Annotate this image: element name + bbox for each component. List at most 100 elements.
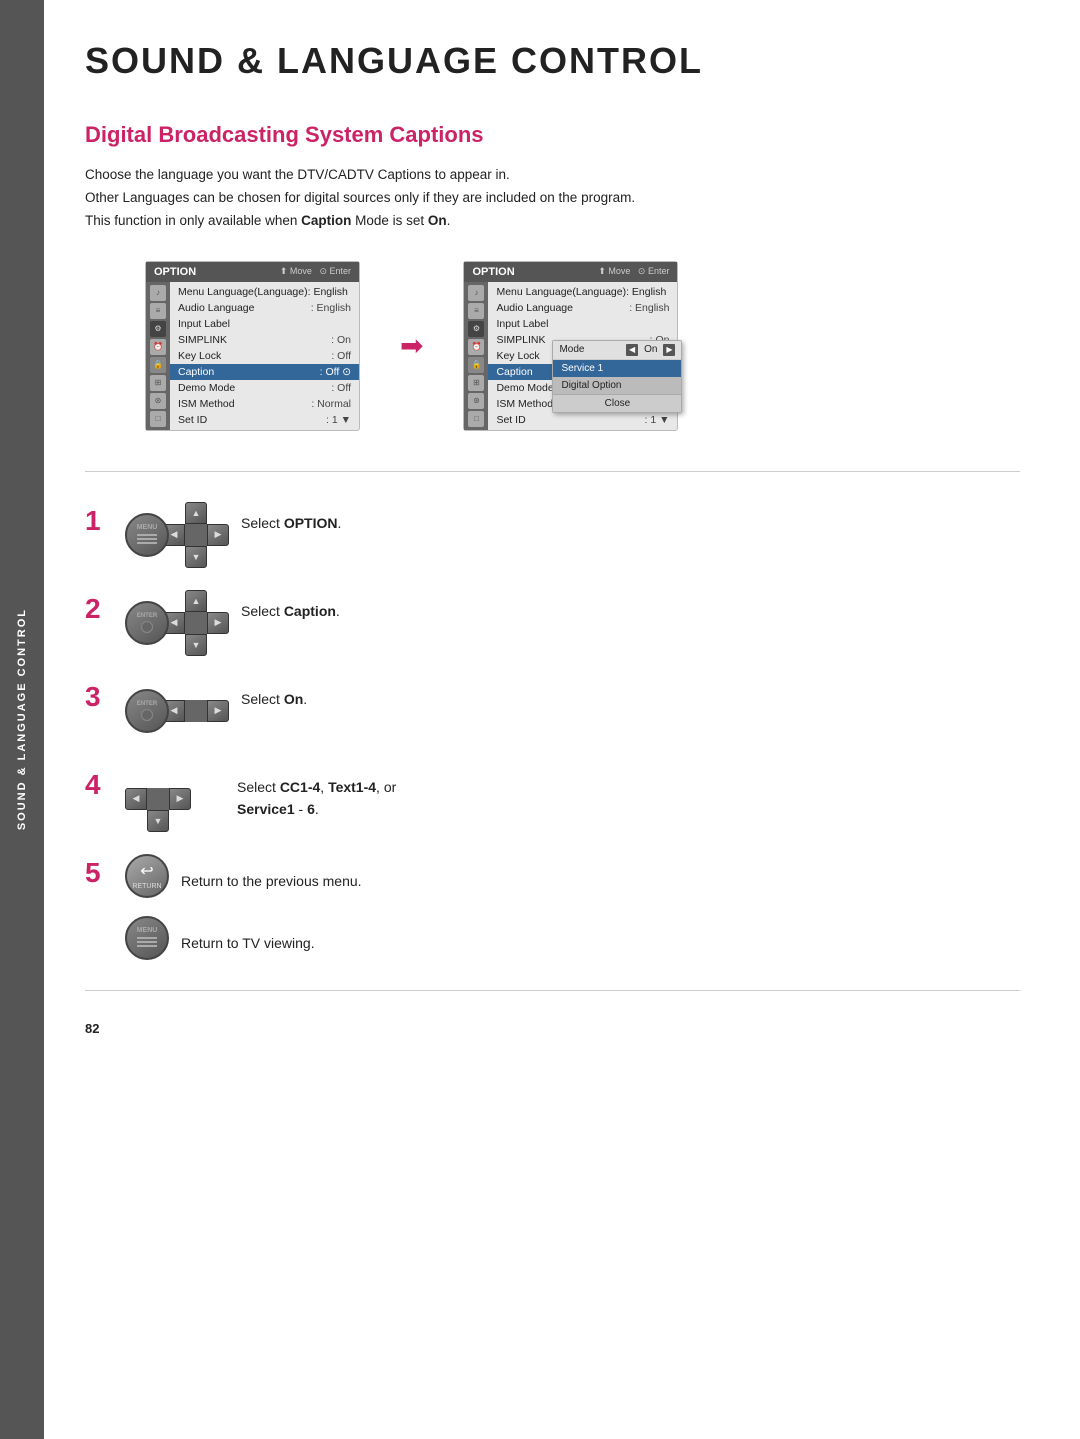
icon-channel: ≡ <box>150 303 166 319</box>
step-4-row: 4 ▲ ◀ ▶ ▼ Select CC1-4, Text1-4, orServi… <box>85 766 1020 832</box>
dropdown-on-value: On <box>640 344 661 355</box>
nav-row-4: ◀ ▶ <box>125 788 191 810</box>
section-heading: Digital Broadcasting System Captions <box>85 122 1020 148</box>
nav-right-4[interactable]: ▶ <box>169 788 191 810</box>
side-tab-label: SOUND & LANGUAGE CONTROL <box>16 608 28 830</box>
table-row: Audio Language: English <box>488 300 677 316</box>
tv-menu-left: OPTION ⬆ Move ⊙ Enter ♪ ≡ ⚙ ⏰ 🔒 ⊞ ⊛ □ Me… <box>145 261 360 431</box>
menu-icon-line3 <box>137 542 157 544</box>
enter-label-2: ENTER <box>137 613 157 619</box>
dropdown-nav: ◀ On ▶ <box>626 344 675 356</box>
step-5-number: 5 <box>85 859 113 887</box>
menu5-icon-line1 <box>137 937 157 939</box>
nav-right-3[interactable]: ▶ <box>207 700 229 722</box>
desc-line-3: This function in only available when Cap… <box>85 210 1020 233</box>
tv-menu-left-title: OPTION <box>154 266 196 278</box>
desc-line-2: Other Languages can be chosen for digita… <box>85 187 1020 210</box>
menu-button-label: MENU <box>137 524 158 531</box>
nav-center-3 <box>185 700 207 722</box>
table-row-caption: Caption: Off ⊙ <box>170 364 359 380</box>
desc-line-1: Choose the language you want the DTV/CAD… <box>85 164 1020 187</box>
table-row: Menu Language(Language): English <box>488 284 677 300</box>
table-row: Set ID: 1 ▼ <box>488 412 677 428</box>
divider <box>85 471 1020 472</box>
table-row: Audio Language: English <box>170 300 359 316</box>
tv-menu-left-rows: Menu Language(Language): English Audio L… <box>170 282 359 430</box>
nav-row-1: ◀ ▶ <box>163 524 229 546</box>
nav-up-2[interactable]: ▲ <box>185 590 207 612</box>
step-1-text: Select OPTION. <box>241 512 341 534</box>
nav-down-2[interactable]: ▼ <box>185 634 207 656</box>
nav-up-1[interactable]: ▲ <box>185 502 207 524</box>
icon-r-option: ⚙ <box>468 321 484 337</box>
nav-down-1[interactable]: ▼ <box>185 546 207 568</box>
nav-center-4 <box>147 788 169 810</box>
icon-r-lock: 🔒 <box>468 357 484 373</box>
tv-menu-right-header: OPTION ⬆ Move ⊙ Enter <box>464 262 677 282</box>
nav-row-2: ◀ ▶ <box>163 612 229 634</box>
step-3-row: 3 ENTER ▲ ◀ ▶ ▼ Select On. <box>85 678 1020 744</box>
step-4-icons: ▲ ◀ ▶ ▼ <box>125 766 225 832</box>
tv-menu-left-header: OPTION ⬆ Move ⊙ Enter <box>146 262 359 282</box>
step-3-number: 3 <box>85 683 113 711</box>
step-5-row: 5 ↩ RETURN Return to the previous menu. … <box>85 854 1020 960</box>
step-1-icons: MENU ▲ ◀ ▶ ▼ <box>125 502 229 568</box>
step-1-row: 1 MENU ▲ ◀ ▶ ▼ <box>85 502 1020 568</box>
return-label: RETURN <box>132 883 161 890</box>
dropdown-digital-option[interactable]: Digital Option <box>553 377 681 394</box>
nav-cluster-3: ▲ ◀ ▶ ▼ <box>163 678 229 744</box>
step-5-sub-rows: ↩ RETURN Return to the previous menu. ME… <box>125 854 362 960</box>
step-3-text: Select On. <box>241 688 307 710</box>
step-5b: MENU Return to TV viewing. <box>125 916 362 960</box>
return-icon: ↩ <box>140 861 153 881</box>
icon-setup: ⊞ <box>150 375 166 391</box>
description: Choose the language you want the DTV/CAD… <box>85 164 1020 233</box>
table-row: Input Label <box>488 316 677 332</box>
nav-right-1[interactable]: ▶ <box>207 524 229 546</box>
tv-menu-right-nav: ⬆ Move ⊙ Enter <box>598 266 669 277</box>
dropdown-mode-row: Mode ◀ On ▶ <box>553 341 681 360</box>
tv-menu-right: OPTION ⬆ Move ⊙ Enter ♪ ≡ ⚙ ⏰ 🔒 ⊞ ⊛ □ Me… <box>463 261 678 431</box>
icon-r-setup: ⊞ <box>468 375 484 391</box>
left-arrow-icon: ◀ <box>626 344 638 356</box>
enter-label-3: ENTER <box>137 701 157 707</box>
page-number: 82 <box>85 1021 1020 1036</box>
arrow-right: ➡ <box>400 329 423 362</box>
step-2-text: Select Caption. <box>241 600 340 622</box>
menu-icon-line2 <box>137 538 157 540</box>
menu5-icon-line2 <box>137 941 157 943</box>
icon-sound: ♪ <box>150 285 166 301</box>
nav-right-2[interactable]: ▶ <box>207 612 229 634</box>
tv-menu-right-icons: ♪ ≡ ⚙ ⏰ 🔒 ⊞ ⊛ □ <box>464 282 488 430</box>
icon-option: ⚙ <box>150 321 166 337</box>
menu-button[interactable]: MENU <box>125 513 169 557</box>
step-4-number: 4 <box>85 771 113 799</box>
step-2-number: 2 <box>85 595 113 623</box>
dropdown-mode-label: Mode <box>559 344 626 355</box>
dropdown-close[interactable]: Close <box>553 394 681 412</box>
table-row: Menu Language(Language): English <box>170 284 359 300</box>
table-row: Key Lock: Off <box>170 348 359 364</box>
table-row: SIMPLINK: On <box>170 332 359 348</box>
menu-button-5[interactable]: MENU <box>125 916 169 960</box>
step-4-text: Select CC1-4, Text1-4, orService1 - 6. <box>237 776 396 821</box>
menu-button-5-label: MENU <box>137 927 158 934</box>
dropdown-service1[interactable]: Service 1 <box>553 360 681 377</box>
tv-menu-left-nav: ⬆ Move ⊙ Enter <box>280 266 351 277</box>
icon-support: □ <box>150 411 166 427</box>
right-arrow-icon: ▶ <box>663 344 675 356</box>
nav-center-1 <box>185 524 207 546</box>
enter-button-2[interactable]: ENTER <box>125 601 169 645</box>
nav-cluster-2: ▲ ◀ ▶ ▼ <box>163 590 229 656</box>
tv-menu-left-icons: ♪ ≡ ⚙ ⏰ 🔒 ⊞ ⊛ □ <box>146 282 170 430</box>
icon-r-sound: ♪ <box>468 285 484 301</box>
nav-down-4[interactable]: ▼ <box>147 810 169 832</box>
icon-r-support: □ <box>468 411 484 427</box>
table-row: Set ID: 1 ▼ <box>170 412 359 428</box>
steps-section: 1 MENU ▲ ◀ ▶ ▼ <box>85 502 1020 960</box>
enter-button-3[interactable]: ENTER <box>125 689 169 733</box>
divider-bottom <box>85 990 1020 991</box>
nav-left-4[interactable]: ◀ <box>125 788 147 810</box>
enter-circle-3 <box>141 709 153 721</box>
return-button[interactable]: ↩ RETURN <box>125 854 169 898</box>
